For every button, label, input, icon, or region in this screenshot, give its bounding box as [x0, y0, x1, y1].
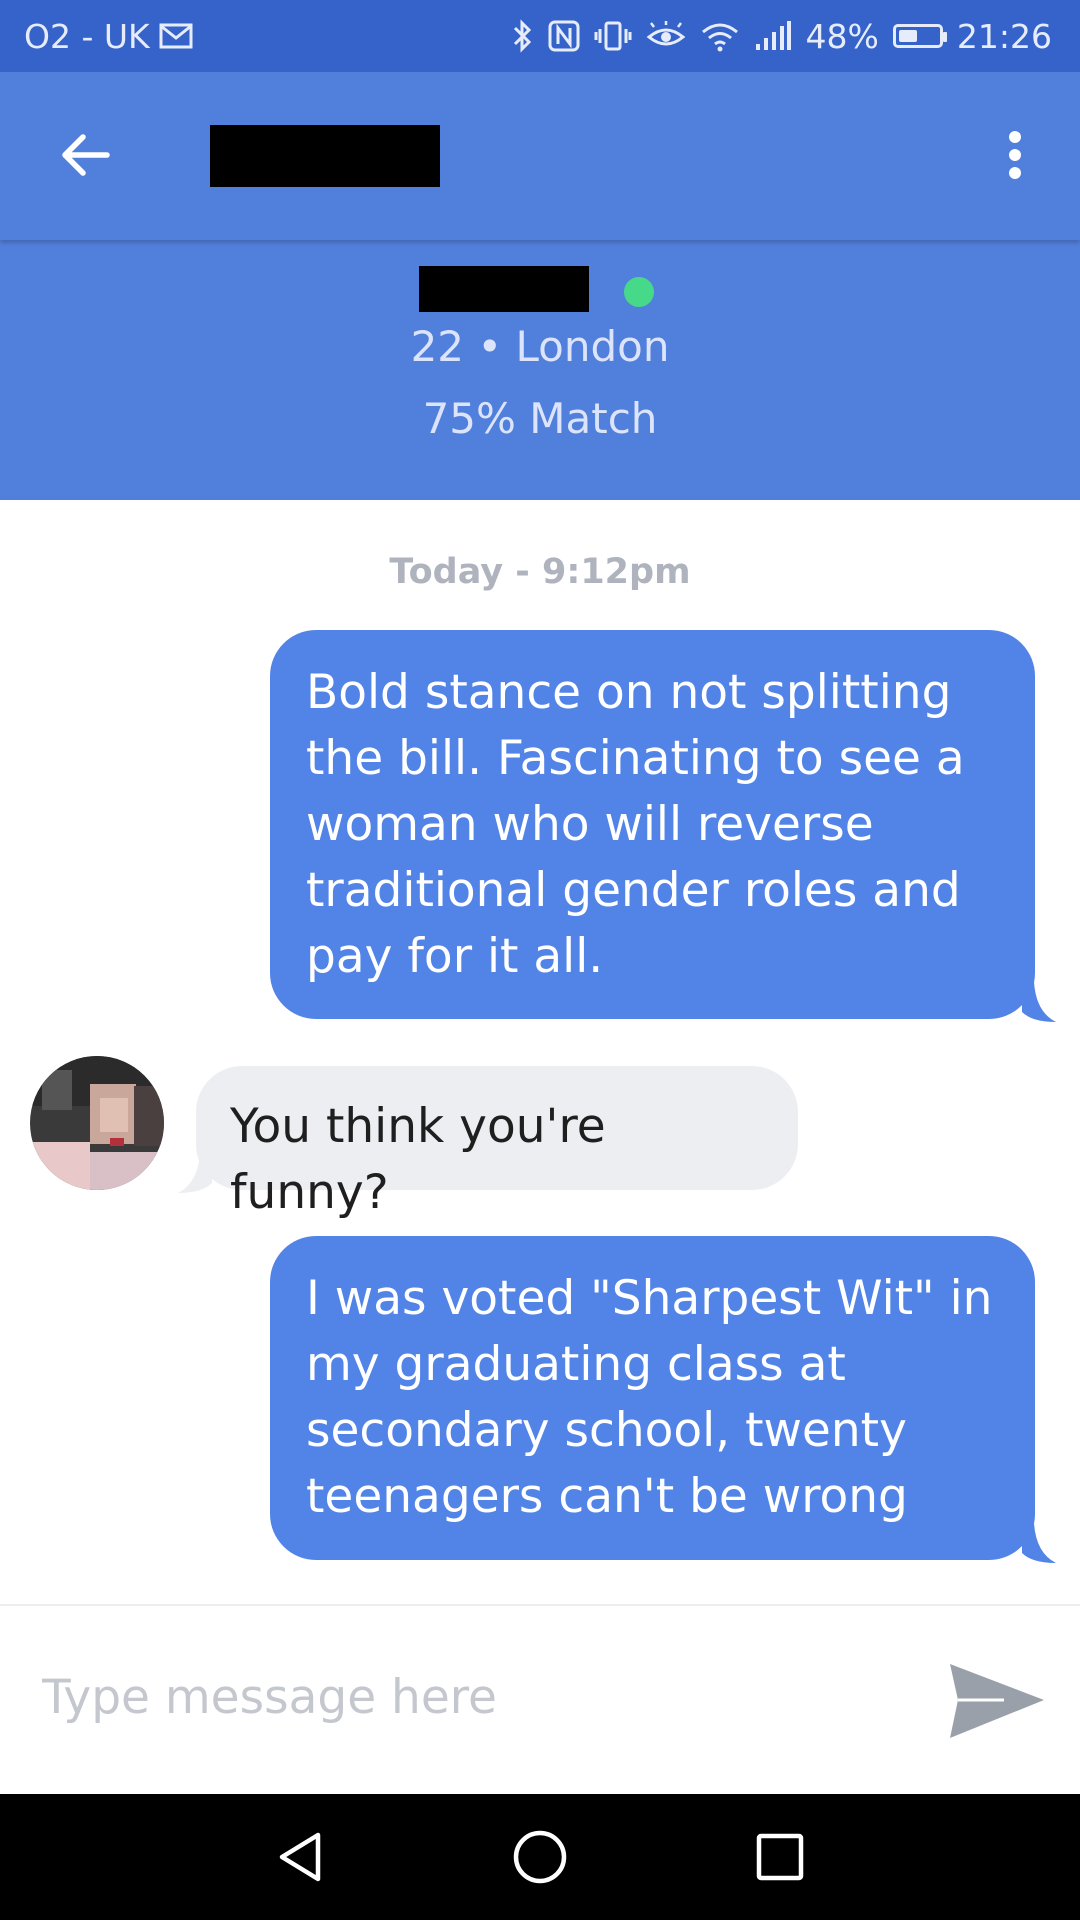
- bluetooth-icon: [512, 19, 534, 53]
- redacted-name-title: [210, 125, 440, 187]
- outgoing-message[interactable]: I was voted "Sharpest Wit" in my graduat…: [270, 1236, 1035, 1560]
- battery-fill: [898, 30, 917, 42]
- send-icon: [950, 1664, 1044, 1738]
- nav-home-icon: [513, 1830, 567, 1884]
- status-bar-left: O2 - UK: [24, 0, 194, 72]
- online-status-dot: [624, 277, 654, 307]
- mail-icon: [158, 21, 194, 51]
- match-percentage: 75% Match: [422, 394, 658, 443]
- message-input[interactable]: [40, 1646, 904, 1748]
- status-bar: O2 - UK 48% 21:26: [0, 0, 1080, 72]
- battery-icon: [892, 24, 947, 48]
- more-options-button[interactable]: [980, 120, 1050, 190]
- incoming-bubble-tail: [178, 1153, 212, 1193]
- outgoing-bubble-tail: [1022, 982, 1056, 1022]
- eye-comfort-icon: [646, 21, 686, 51]
- app-bar: [0, 72, 1080, 240]
- nfc-icon: [548, 20, 580, 52]
- nav-home-button[interactable]: [510, 1827, 570, 1887]
- signal-icon: [754, 20, 792, 52]
- nav-back-button[interactable]: [270, 1827, 330, 1887]
- wifi-icon: [700, 20, 740, 52]
- carrier-label: O2 - UK: [24, 16, 150, 56]
- system-nav-bar: [0, 1794, 1080, 1920]
- outgoing-message[interactable]: Bold stance on not splitting the bill. F…: [270, 630, 1035, 1019]
- chat-screen: O2 - UK 48% 21:26 22 • London 75% Match …: [0, 0, 1080, 1920]
- back-button[interactable]: [50, 120, 120, 190]
- status-bar-right: 48% 21:26: [512, 0, 1052, 72]
- avatar[interactable]: [30, 1056, 164, 1190]
- avatar-image: [30, 1056, 164, 1190]
- vibrate-icon: [594, 20, 632, 52]
- nav-back-icon: [279, 1832, 321, 1882]
- date-stamp: Today - 9:12pm: [389, 552, 691, 592]
- profile-summary[interactable]: 22 • London 75% Match: [0, 240, 1080, 500]
- redacted-profile-name: [419, 266, 589, 312]
- nav-recents-button[interactable]: [750, 1827, 810, 1887]
- send-button[interactable]: [944, 1658, 1048, 1748]
- age-location: 22 • London: [410, 322, 670, 371]
- nav-recents-icon: [756, 1833, 804, 1881]
- battery-percent: 48%: [805, 16, 879, 56]
- message-composer: [0, 1604, 1080, 1796]
- incoming-message[interactable]: You think you're funny?: [196, 1066, 798, 1220]
- more-vertical-icon: [1009, 131, 1021, 179]
- clock: 21:26: [956, 16, 1052, 56]
- outgoing-bubble-tail: [1022, 1523, 1056, 1563]
- back-arrow-icon: [62, 134, 110, 176]
- profile-name-row: [0, 254, 1080, 312]
